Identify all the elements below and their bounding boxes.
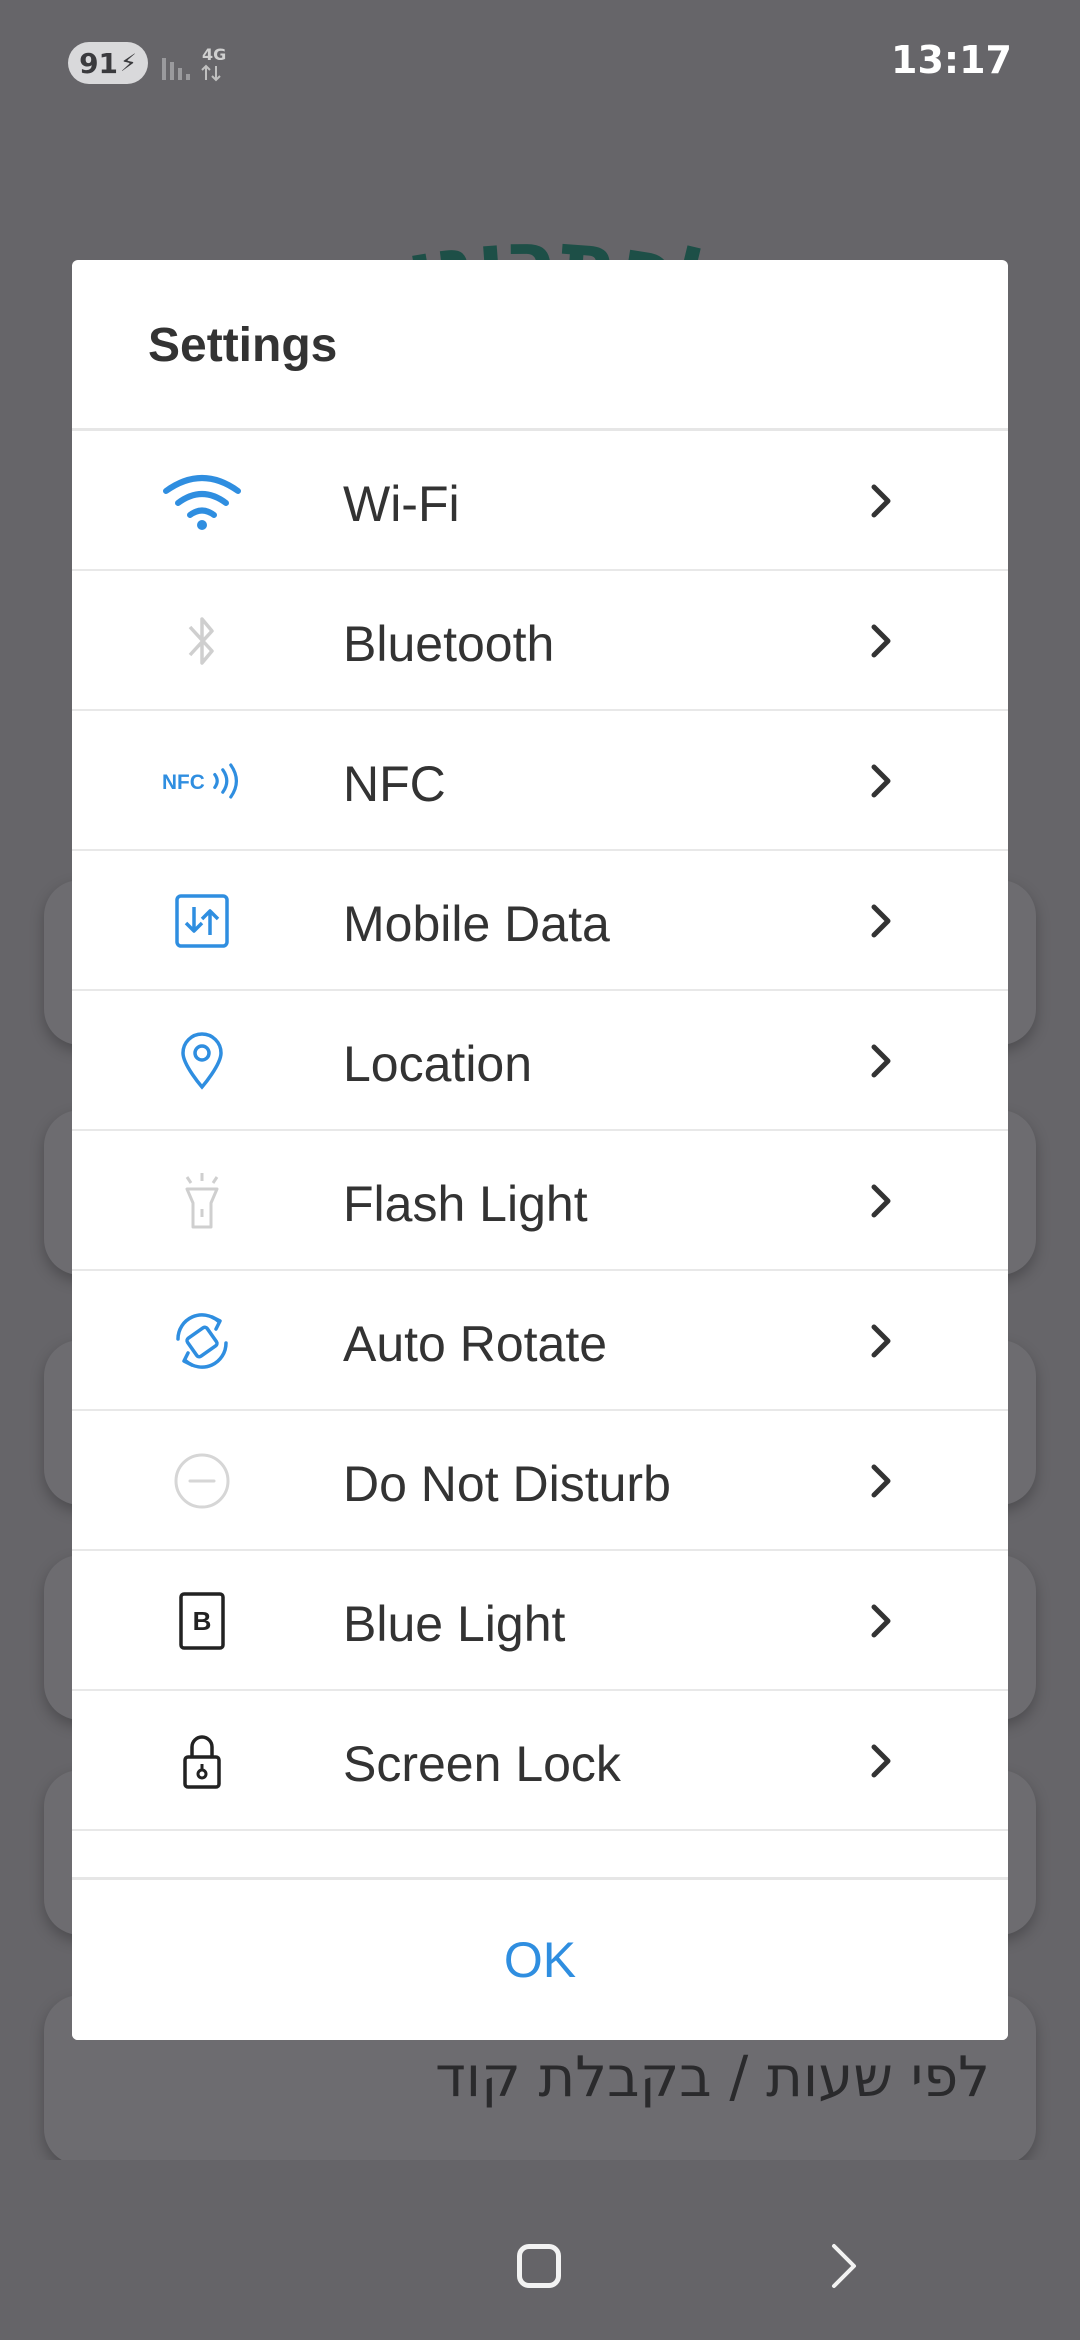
settings-item-nfc[interactable]: NFC NFC bbox=[72, 711, 1008, 851]
ok-button[interactable]: OK bbox=[72, 1880, 1008, 2040]
charging-icon: ⚡ bbox=[120, 49, 137, 77]
settings-item-wifi[interactable]: Wi-Fi bbox=[72, 431, 1008, 571]
chevron-right-icon bbox=[871, 764, 891, 798]
settings-item-location[interactable]: Location bbox=[72, 991, 1008, 1131]
settings-item-label: Flash Light bbox=[343, 1176, 588, 1232]
background-card-text: לפי שעות / בקבלת קוד bbox=[435, 2045, 990, 2110]
settings-item-label: Auto Rotate bbox=[343, 1316, 608, 1372]
signal-icon: 4G bbox=[162, 45, 226, 82]
battery-indicator: 91 ⚡ bbox=[68, 42, 148, 84]
chevron-right-icon bbox=[871, 484, 891, 518]
chevron-right-icon bbox=[871, 1744, 891, 1778]
settings-item-auto-rotate[interactable]: Auto Rotate bbox=[72, 1271, 1008, 1411]
settings-item-blue-light[interactable]: B Blue Light bbox=[72, 1551, 1008, 1691]
settings-item-label: Mobile Data bbox=[343, 896, 610, 952]
chevron-right-icon bbox=[871, 1324, 891, 1358]
settings-item-bluetooth[interactable]: Bluetooth bbox=[72, 571, 1008, 711]
dialog-title: Settings bbox=[148, 319, 338, 372]
bluetooth-icon bbox=[162, 601, 242, 681]
chevron-right-icon bbox=[871, 1184, 891, 1218]
navigation-bar bbox=[0, 2160, 1080, 2340]
settings-item-flash-light[interactable]: Flash Light bbox=[72, 1131, 1008, 1271]
battery-level: 91 bbox=[79, 46, 119, 80]
settings-item-mobile-data[interactable]: Mobile Data bbox=[72, 851, 1008, 991]
settings-item-label: Do Not Disturb bbox=[343, 1456, 671, 1512]
status-bar: 91 ⚡ 4G 13:17 bbox=[0, 0, 1080, 120]
settings-item-label: NFC bbox=[343, 756, 446, 812]
settings-item-do-not-disturb[interactable]: Do Not Disturb bbox=[72, 1411, 1008, 1551]
settings-item-label: Screen Lock bbox=[343, 1736, 621, 1792]
screen-lock-icon bbox=[162, 1721, 242, 1801]
settings-item-label: Bluetooth bbox=[343, 616, 555, 672]
nfc-icon-text: NFC bbox=[162, 771, 205, 794]
location-pin-icon bbox=[162, 1021, 242, 1101]
home-button[interactable] bbox=[517, 2244, 561, 2288]
mobile-data-icon bbox=[162, 881, 242, 961]
settings-item-label: Wi-Fi bbox=[343, 476, 460, 532]
chevron-right-icon bbox=[871, 624, 891, 658]
blue-light-icon-text: B bbox=[193, 1606, 212, 1636]
network-type: 4G bbox=[202, 45, 226, 64]
settings-item-label: Location bbox=[343, 1036, 533, 1092]
chevron-right-icon bbox=[871, 1464, 891, 1498]
do-not-disturb-icon bbox=[162, 1441, 242, 1521]
chevron-right-icon bbox=[871, 1044, 891, 1078]
settings-dialog: Settings Wi-Fi Bluetooth NFC NFC Mobile … bbox=[72, 260, 1008, 2040]
settings-item-label: Blue Light bbox=[343, 1596, 566, 1652]
wifi-icon bbox=[162, 461, 242, 541]
flashlight-icon bbox=[162, 1161, 242, 1241]
blue-light-icon: B bbox=[162, 1581, 242, 1661]
back-button[interactable] bbox=[824, 2240, 864, 2292]
settings-list[interactable]: Wi-Fi Bluetooth NFC NFC Mobile Data Loca… bbox=[72, 431, 1008, 2040]
settings-item-screen-lock[interactable]: Screen Lock bbox=[72, 1691, 1008, 1831]
chevron-right-icon bbox=[871, 1604, 891, 1638]
nfc-icon: NFC bbox=[162, 741, 242, 821]
chevron-right-icon bbox=[871, 904, 891, 938]
status-time: 13:17 bbox=[891, 38, 1012, 82]
auto-rotate-icon bbox=[162, 1301, 242, 1381]
